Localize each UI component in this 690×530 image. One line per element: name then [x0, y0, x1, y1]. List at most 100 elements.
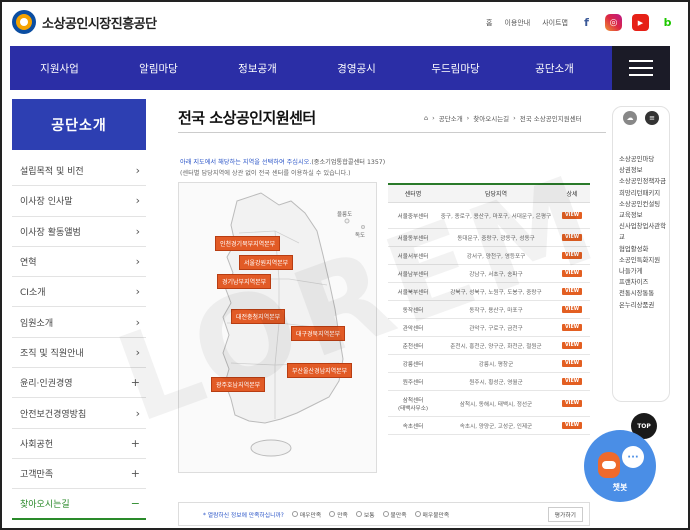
view-button[interactable]: VIEW: [561, 342, 583, 349]
view-button[interactable]: VIEW: [561, 400, 583, 407]
sidebar-item[interactable]: 설립목적 및 비전 ›: [12, 156, 146, 187]
center-area: 관악구, 구로구, 금천구: [469, 325, 523, 332]
survey-option[interactable]: 보통: [355, 510, 375, 519]
quick-link[interactable]: 희망리턴패키지: [619, 188, 671, 199]
nav-disclosure[interactable]: 경영공시: [307, 46, 406, 90]
table-row: 원주센터 원주시, 횡성군, 영월군 VIEW: [388, 373, 590, 391]
radio-icon[interactable]: [291, 511, 298, 517]
radio-icon[interactable]: [355, 511, 362, 517]
quick-link[interactable]: 신사업창업사관학교: [619, 221, 671, 243]
instagram-icon[interactable]: ◎: [605, 14, 622, 31]
sidebar-item[interactable]: 찾아오시는길 −: [12, 489, 146, 520]
survey-submit-button[interactable]: 평가하기: [547, 506, 583, 522]
sidebar-item[interactable]: 연혁 ›: [12, 247, 146, 278]
site-logo[interactable]: 소상공인시장진흥공단: [12, 10, 157, 34]
expand-plus-icon: +: [130, 436, 140, 450]
table-row: 삼척센터 (태백사무소) 삼척시, 동해시, 태백시, 정선군 VIEW: [388, 391, 590, 417]
radio-icon[interactable]: [414, 511, 421, 517]
view-button[interactable]: VIEW: [561, 306, 583, 313]
region-seoul-gangwon[interactable]: 서울강원지역본부: [239, 255, 294, 270]
center-table: 센터명 담당지역 상세 서울중부센터 중구, 종로구, 용산구, 마포구, 서대문…: [388, 183, 590, 435]
center-area: 춘천시, 홍천군, 양구군, 화천군, 철원군: [450, 343, 542, 350]
sidebar-item[interactable]: 이사장 활동앨범 ›: [12, 217, 146, 247]
region-busan-ulsan-gyeongnam[interactable]: 부산울산경남지역본부: [287, 363, 353, 378]
sidebar-item-label: 찾아오시는길: [20, 499, 70, 510]
table-row: 속초센터 속초시, 양양군, 고성군, 인제군 VIEW: [388, 417, 590, 435]
region-gyeonggi-south[interactable]: 경기남부지역본부: [217, 274, 272, 289]
sidebar-item-label: 이사장 인사말: [20, 197, 73, 208]
survey-question-text: 열람하신 정보에 만족하십니까?: [207, 512, 284, 519]
view-button[interactable]: VIEW: [561, 360, 583, 367]
radio-icon[interactable]: [329, 511, 336, 517]
sidebar-item[interactable]: 사회공헌 +: [12, 429, 146, 459]
breadcrumb-item[interactable]: 공단소개: [439, 113, 463, 123]
nav-info[interactable]: 정보공개: [208, 46, 307, 90]
view-button[interactable]: VIEW: [561, 270, 583, 277]
sidebar-item[interactable]: 고객만족 +: [12, 459, 146, 490]
center-area: 삼척시, 동해시, 태백시, 정선군: [459, 401, 533, 408]
chat-icon[interactable]: ≡: [645, 111, 659, 125]
nav-dodream[interactable]: 두드림마당: [406, 46, 505, 90]
util-guide-link[interactable]: 이용안내: [504, 18, 530, 28]
quick-link[interactable]: 전통시장통통: [619, 288, 671, 299]
sidebar-item[interactable]: 안전보건경영방침 ›: [12, 398, 146, 429]
sidebar-item[interactable]: 이사장 인사말 ›: [12, 186, 146, 217]
view-button[interactable]: VIEW: [561, 212, 583, 219]
nav-about[interactable]: 공단소개: [505, 46, 604, 90]
sidebar-item[interactable]: 윤리·인권경영 +: [12, 368, 146, 399]
quick-link[interactable]: 교육정보: [619, 210, 671, 221]
quick-link[interactable]: 상권정보: [619, 165, 671, 176]
view-button[interactable]: VIEW: [561, 252, 583, 259]
util-home-link[interactable]: 홈: [486, 18, 492, 28]
survey-option[interactable]: 매우불만족: [414, 510, 449, 519]
region-daejeon-chungcheong[interactable]: 대전충청지역본부: [231, 309, 286, 324]
view-button[interactable]: VIEW: [561, 234, 583, 241]
quick-link[interactable]: 나들가게: [619, 266, 671, 277]
quick-link[interactable]: 소공인특화지원: [619, 255, 671, 266]
sidebar-item[interactable]: CI소개 ›: [12, 277, 146, 308]
chatbot-button[interactable]: ··· 챗봇: [584, 430, 656, 502]
detail-cell: VIEW: [554, 391, 590, 416]
nav-notice[interactable]: 알림마당: [109, 46, 208, 90]
sidebar-menu: 설립목적 및 비전 › 이사장 인사말 › 이사장 활동앨범 › 연혁 › CI소개 › 임원소개 ›…: [12, 156, 146, 520]
region-gwangju-honam[interactable]: 광주호남지역본부: [211, 377, 266, 392]
youtube-icon[interactable]: ▶: [632, 14, 649, 31]
chevron-right-icon: ›: [135, 164, 140, 178]
expand-plus-icon: +: [130, 467, 140, 481]
quick-link[interactable]: 소상공인마당: [619, 154, 671, 165]
sidebar-item-label: 임원소개: [20, 318, 54, 329]
detail-cell: VIEW: [554, 301, 590, 318]
nav-support[interactable]: 지원사업: [10, 46, 109, 90]
sidebar-item[interactable]: 조직 및 직원안내 ›: [12, 338, 146, 369]
quick-link[interactable]: 소상공인정책자금: [619, 176, 671, 187]
home-icon[interactable]: ⌂: [424, 114, 428, 122]
quick-link[interactable]: 온누리상품권: [619, 300, 671, 311]
center-name: 서울동부센터: [397, 235, 429, 242]
breadcrumb-item[interactable]: 찾아오시는길: [473, 113, 509, 123]
view-button[interactable]: VIEW: [561, 422, 583, 429]
menu-hamburger-icon[interactable]: [612, 46, 670, 90]
center-area: 강남구, 서초구, 송파구: [469, 271, 523, 278]
sidebar-item-label: CI소개: [20, 288, 46, 299]
region-incheon-gyeonggi-north[interactable]: 인천경기북부지역본부: [215, 236, 281, 251]
facebook-icon[interactable]: f: [578, 14, 595, 31]
view-button[interactable]: VIEW: [561, 378, 583, 385]
survey-option[interactable]: 매우만족: [291, 510, 321, 519]
quick-link[interactable]: 소상공인컨설팅: [619, 199, 671, 210]
radio-icon[interactable]: [382, 511, 389, 517]
quick-link[interactable]: 프랜차이즈: [619, 277, 671, 288]
quick-link[interactable]: 협업활성화: [619, 244, 671, 255]
region-daegu-gyeongbuk[interactable]: 대구경북지역본부: [291, 326, 346, 341]
view-button[interactable]: VIEW: [561, 288, 583, 295]
share-icon[interactable]: ☁: [623, 111, 637, 125]
sidebar-item-label: 설립목적 및 비전: [20, 167, 84, 178]
chatbot-label: 챗봇: [612, 483, 628, 492]
sidebar-item[interactable]: 임원소개 ›: [12, 307, 146, 338]
survey-option[interactable]: 만족: [329, 510, 348, 519]
center-name: 동작센터: [402, 307, 424, 314]
util-sitemap-link[interactable]: 사이트맵: [542, 18, 568, 28]
view-button[interactable]: VIEW: [561, 324, 583, 331]
top-bar: 소상공인시장진흥공단 홈 이용안내 사이트맵 f ◎ ▶ b: [0, 0, 690, 46]
survey-option[interactable]: 불만족: [382, 510, 407, 519]
blog-icon[interactable]: b: [659, 14, 676, 31]
